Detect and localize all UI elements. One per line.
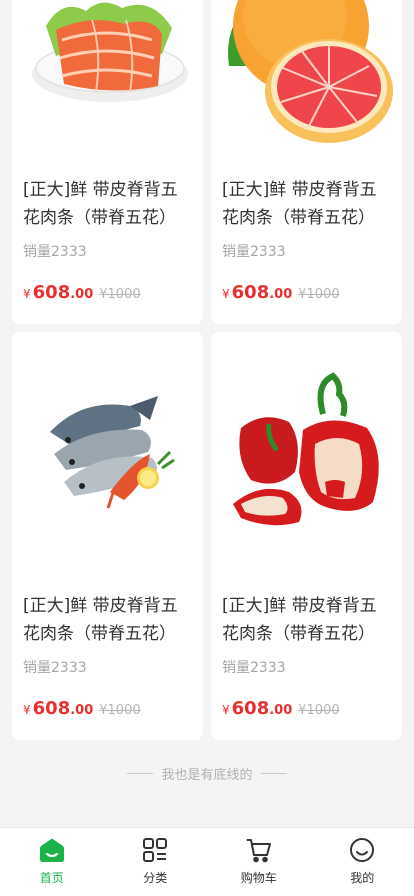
sales-count: 销量2333 (23, 660, 87, 676)
price-decimal: .00 (269, 287, 293, 302)
product-card[interactable]: [正大]鲜 带皮脊背五花肉条（带脊五花） 销量2333 ¥ 608 .00 ¥1… (211, 0, 402, 324)
price-row: ¥ 608 .00 ¥1000 (23, 698, 141, 719)
currency-symbol: ¥ (23, 287, 31, 301)
price-row: ¥ 608 .00 ¥1000 (222, 698, 340, 719)
bottom-tab-bar: 首页 分类 购物车 我的 (0, 827, 414, 896)
currency-symbol: ¥ (222, 703, 230, 717)
price-decimal: .00 (70, 287, 94, 302)
price-integer: 608 (231, 698, 270, 719)
home-icon (39, 838, 64, 862)
product-card[interactable]: [正大]鲜 带皮脊背五花肉条（带脊五花） 销量2333 ¥ 608 .00 ¥1… (211, 332, 402, 740)
product-title: [正大]鲜 带皮脊背五花肉条（带脊五花） (23, 596, 178, 644)
price-row: ¥ 608 .00 ¥1000 (23, 282, 141, 303)
tab-category[interactable]: 分类 (104, 828, 208, 896)
product-title: [正大]鲜 带皮脊背五花肉条（带脊五花） (222, 180, 377, 228)
fish-image (12, 332, 203, 570)
profile-icon (350, 838, 375, 862)
currency-symbol: ¥ (222, 287, 230, 301)
tab-label: 购物车 (240, 871, 277, 885)
product-title: [正大]鲜 带皮脊背五花肉条（带脊五花） (222, 596, 377, 644)
original-price: ¥1000 (99, 287, 141, 302)
end-note-text: 我也是有底线的 (161, 767, 253, 783)
bell-pepper-image (211, 332, 402, 570)
product-grid: [正大]鲜 带皮脊背五花肉条（带脊五花） 销量2333 ¥ 608 .00 ¥1… (12, 0, 402, 740)
original-price: ¥1000 (298, 287, 340, 302)
original-price: ¥1000 (298, 703, 340, 718)
price-integer: 608 (231, 282, 270, 303)
grapefruit-image (211, 0, 402, 154)
sales-count: 销量2333 (23, 244, 87, 260)
tab-home[interactable]: 首页 (0, 828, 104, 896)
sales-count: 销量2333 (222, 244, 286, 260)
salmon-image (12, 0, 203, 154)
divider-line (260, 772, 287, 774)
tab-label: 首页 (39, 871, 64, 885)
end-of-list-note: 我也是有底线的 (0, 763, 414, 783)
product-title: [正大]鲜 带皮脊背五花肉条（带脊五花） (23, 180, 178, 228)
cart-icon (246, 839, 271, 863)
product-card[interactable]: [正大]鲜 带皮脊背五花肉条（带脊五花） 销量2333 ¥ 608 .00 ¥1… (12, 0, 203, 324)
product-card[interactable]: [正大]鲜 带皮脊背五花肉条（带脊五花） 销量2333 ¥ 608 .00 ¥1… (12, 332, 203, 740)
original-price: ¥1000 (99, 703, 141, 718)
price-integer: 608 (32, 698, 71, 719)
tab-label: 分类 (143, 871, 168, 885)
currency-symbol: ¥ (23, 703, 31, 717)
price-integer: 608 (32, 282, 71, 303)
page: [正大]鲜 带皮脊背五花肉条（带脊五花） 销量2333 ¥ 608 .00 ¥1… (0, 0, 414, 896)
divider-line (127, 772, 154, 774)
category-icon (143, 838, 168, 862)
price-decimal: .00 (269, 703, 293, 718)
price-row: ¥ 608 .00 ¥1000 (222, 282, 340, 303)
price-decimal: .00 (70, 703, 94, 718)
sales-count: 销量2333 (222, 660, 286, 676)
tab-label: 我的 (350, 871, 375, 885)
tab-profile[interactable]: 我的 (311, 828, 414, 896)
tab-cart[interactable]: 购物车 (207, 828, 311, 896)
